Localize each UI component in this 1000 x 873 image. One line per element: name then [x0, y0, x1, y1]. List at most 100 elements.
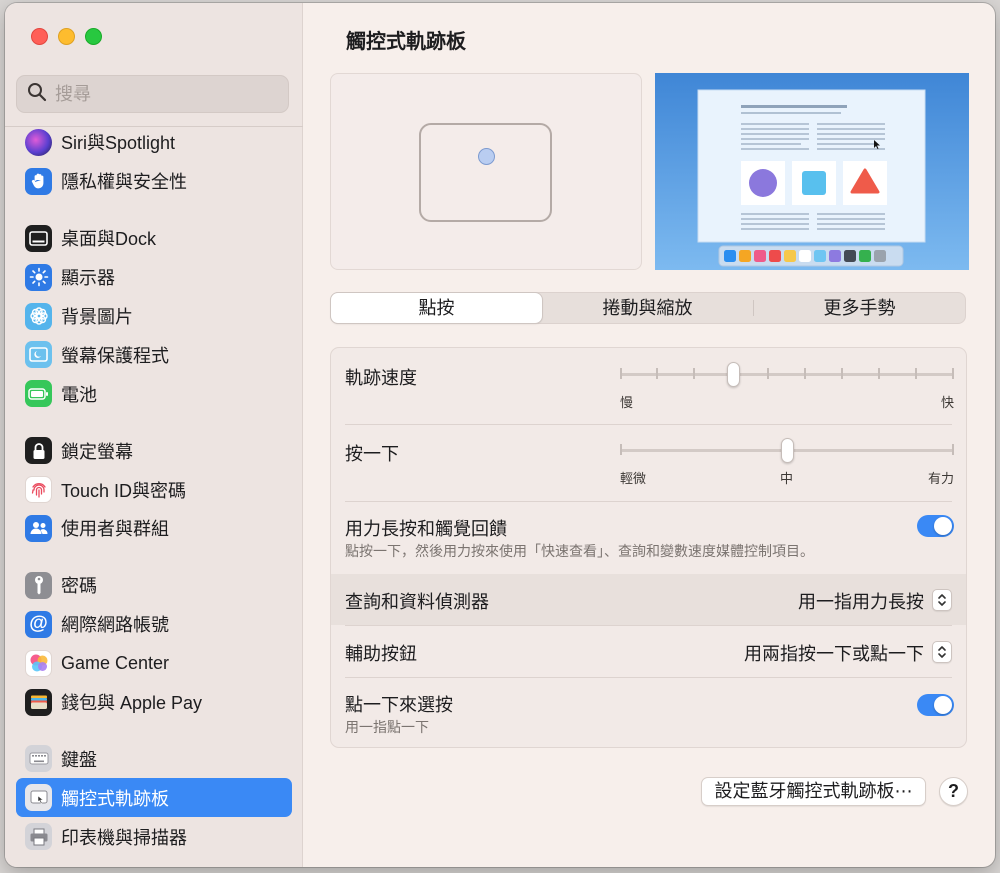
- sidebar-item-label: 鎖定螢幕: [61, 441, 133, 462]
- game-center-icon: [25, 649, 52, 677]
- displays-icon: [25, 263, 52, 291]
- lookup-label: 查詢和資料偵測器: [345, 592, 489, 612]
- sidebar-item-desktop-dock[interactable]: 桌面與Dock: [16, 219, 292, 258]
- chevron-up-down-icon: [938, 594, 946, 606]
- click-row: 按一下 輕微 中 有力: [331, 425, 966, 501]
- settings-card: 軌跡速度 慢 快 按一下 輕微 中 有力 用力長按和觸覺回饋 點按一下，然後用力…: [330, 347, 967, 748]
- slider-low-label: 輕微: [620, 471, 647, 486]
- tracking-speed-label: 軌跡速度: [345, 368, 417, 388]
- lookup-popup-button[interactable]: [932, 589, 952, 611]
- finger-dot: [478, 148, 495, 165]
- sidebar-item-label: 桌面與Dock: [61, 229, 157, 250]
- touch-id-icon: [25, 476, 52, 504]
- sidebar-item-label: 顯示器: [61, 268, 115, 289]
- trackpad-gesture-preview: [330, 73, 642, 270]
- passwords-key-icon: [25, 571, 52, 599]
- force-click-label: 用力長按和觸覺回饋: [345, 519, 507, 539]
- sidebar-item-game-center[interactable]: Game Center: [16, 644, 292, 683]
- setup-bluetooth-trackpad-button[interactable]: 設定藍牙觸控式軌跡板⋯: [701, 777, 926, 806]
- battery-icon: [25, 380, 52, 408]
- privacy-hand-icon: [25, 167, 52, 195]
- secondary-click-row: 輔助按鈕 用兩指按一下或點一下: [331, 626, 966, 677]
- sidebar-item-displays[interactable]: 顯示器: [16, 258, 292, 297]
- tab-more-gestures[interactable]: 更多手勢: [754, 293, 965, 323]
- secondary-click-popup-value[interactable]: 用兩指按一下或點一下: [744, 640, 924, 666]
- sidebar: Siri與Spotlight 隱私權與安全性 桌面與Dock 顯: [5, 3, 303, 867]
- keyboard-icon: [25, 745, 52, 773]
- sidebar-item-label: 密碼: [61, 576, 97, 597]
- tap-to-click-label: 點一下來選按: [345, 695, 453, 715]
- sidebar-item-touch-id[interactable]: Touch ID與密碼: [16, 470, 292, 509]
- slider-min-label: 慢: [620, 395, 634, 410]
- sidebar-item-label: 隱私權與安全性: [61, 172, 187, 193]
- trackpad-icon: [25, 784, 52, 812]
- trackpad-illustration: [419, 123, 552, 222]
- sidebar-item-siri-spotlight[interactable]: Siri與Spotlight: [16, 123, 292, 162]
- click-force-knob[interactable]: [780, 438, 794, 463]
- screen-preview-image: [655, 73, 969, 270]
- lookup-popup-value[interactable]: 用一指用力長按: [798, 588, 924, 614]
- minimize-button[interactable]: [58, 28, 75, 45]
- slider-high-label: 有力: [927, 471, 954, 486]
- search-field[interactable]: [16, 75, 289, 113]
- users-groups-icon: [25, 514, 52, 542]
- tracking-speed-row: 軌跡速度 慢 快: [331, 348, 966, 424]
- tab-point-click[interactable]: 點按: [331, 293, 542, 323]
- wallpaper-icon: [25, 302, 52, 330]
- sidebar-item-label: Game Center: [61, 652, 170, 673]
- sidebar-item-keyboard[interactable]: 鍵盤: [16, 739, 292, 778]
- desktop-dock-icon: [25, 224, 52, 252]
- sidebar-item-wallpaper[interactable]: 背景圖片: [16, 297, 292, 336]
- sidebar-item-label: 電池: [61, 384, 97, 405]
- force-click-description: 點按一下，然後用力按來使用「快速查看」、查詢和變數速度媒體控制項目。: [345, 543, 814, 559]
- sidebar-item-privacy[interactable]: 隱私權與安全性: [16, 162, 292, 201]
- sidebar-item-label: 錢包與 Apple Pay: [61, 693, 203, 714]
- close-button[interactable]: [31, 28, 48, 45]
- slider-mid-label: 中: [780, 471, 794, 486]
- page-title: 觸控式軌跡板: [346, 31, 466, 53]
- sidebar-item-trackpad[interactable]: 觸控式軌跡板: [16, 778, 292, 818]
- tracking-speed-slider[interactable]: 慢 快: [620, 362, 954, 410]
- sidebar-item-printers[interactable]: 印表機與掃描器: [16, 817, 292, 856]
- help-button[interactable]: ?: [939, 777, 968, 806]
- click-label: 按一下: [345, 444, 399, 464]
- sidebar-item-label: 螢幕保護程式: [61, 345, 169, 366]
- tracking-speed-knob[interactable]: [727, 362, 741, 387]
- lookup-row: 查詢和資料偵測器 用一指用力長按: [331, 574, 966, 625]
- wallet-icon: [25, 688, 52, 716]
- sidebar-item-passwords[interactable]: 密碼: [16, 566, 292, 605]
- sidebar-item-label: 使用者與群組: [61, 519, 169, 540]
- sidebar-item-label: Siri與Spotlight: [61, 133, 176, 154]
- click-force-slider[interactable]: 輕微 中 有力: [620, 438, 954, 486]
- sidebar-item-label: 網際網路帳號: [61, 615, 169, 636]
- sidebar-item-screensaver[interactable]: 螢幕保護程式: [16, 335, 292, 374]
- settings-window: Siri與Spotlight 隱私權與安全性 桌面與Dock 顯: [5, 3, 995, 867]
- lock-screen-icon: [25, 437, 52, 465]
- sidebar-item-label: 鍵盤: [61, 749, 97, 770]
- siri-icon: [25, 128, 52, 156]
- search-icon: [27, 82, 47, 107]
- tap-to-click-row: 點一下來選按 用一指點一下: [331, 678, 966, 747]
- force-click-row: 用力長按和觸覺回饋 點按一下，然後用力按來使用「快速查看」、查詢和變數速度媒體控…: [331, 502, 966, 574]
- sidebar-item-label: 印表機與掃描器: [61, 827, 187, 848]
- screensaver-icon: [25, 341, 52, 369]
- main-content: 觸控式軌跡板 點按 捲動與縮放 更多手勢 軌跡速度 慢 快 按一下 輕微 中 有…: [304, 3, 995, 867]
- sidebar-item-lock-screen[interactable]: 鎖定螢幕: [16, 431, 292, 470]
- zoom-button[interactable]: [85, 28, 102, 45]
- printer-icon: [25, 823, 52, 851]
- sidebar-item-label: 背景圖片: [61, 307, 133, 327]
- force-click-toggle[interactable]: [917, 515, 954, 537]
- sidebar-item-internet-accounts[interactable]: @ 網際網路帳號: [16, 605, 292, 644]
- sidebar-item-users-groups[interactable]: 使用者與群組: [16, 509, 292, 548]
- sidebar-item-battery[interactable]: 電池: [16, 374, 292, 413]
- gesture-tabs: 點按 捲動與縮放 更多手勢: [330, 292, 966, 324]
- sidebar-item-label: 觸控式軌跡板: [61, 788, 169, 809]
- search-input[interactable]: [55, 83, 275, 105]
- tab-scroll-zoom[interactable]: 捲動與縮放: [542, 293, 753, 323]
- tap-to-click-toggle[interactable]: [917, 694, 954, 716]
- tap-to-click-description: 用一指點一下: [345, 719, 429, 735]
- secondary-click-popup-button[interactable]: [932, 641, 952, 663]
- sidebar-item-wallet[interactable]: 錢包與 Apple Pay: [16, 683, 292, 722]
- chevron-up-down-icon: [938, 646, 946, 658]
- slider-max-label: 快: [940, 395, 954, 410]
